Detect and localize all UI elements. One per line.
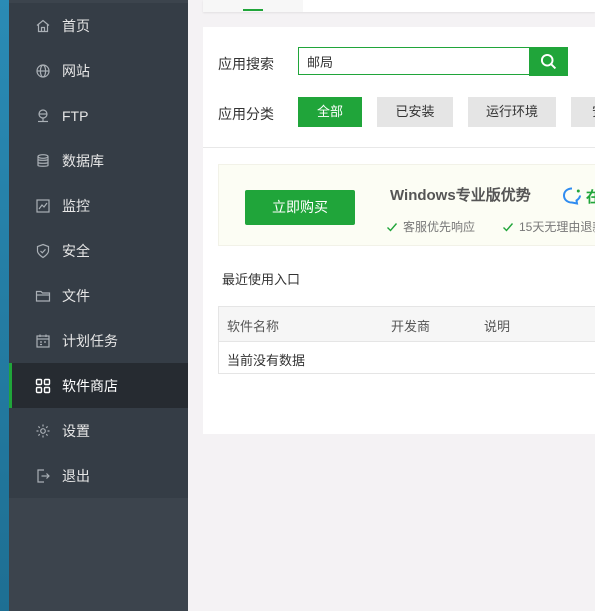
sidebar-item-label: FTP [62, 107, 89, 124]
category-all-button[interactable]: 全部 [298, 97, 362, 127]
sidebar: 首页 网站 FTP 数据库 监控 安全 文件 计划任务 软件商店 设置 退出 [9, 0, 188, 611]
category-runtime-button[interactable]: 运行环境 [468, 97, 556, 127]
sidebar-item-label: 设置 [62, 422, 90, 439]
ftp-icon [34, 107, 52, 125]
sidebar-item-label: 监控 [62, 197, 90, 214]
shield-icon [34, 242, 52, 260]
active-tab-indicator [243, 9, 263, 11]
logout-icon [34, 467, 52, 485]
promo-title: Windows专业版优势 [390, 187, 531, 204]
sidebar-item-label: 退出 [62, 467, 90, 484]
check-icon [387, 222, 398, 232]
feature-label: 客服优先响应 [403, 220, 476, 234]
feature-item: 15天无理由退款 [502, 218, 595, 235]
recent-entries-title: 最近使用入口 [222, 272, 301, 287]
column-header-description: 说明 [484, 319, 511, 334]
search-label: 应用搜索 [218, 56, 274, 72]
category-security-button[interactable]: 安 [571, 97, 595, 127]
chat-icon [562, 187, 581, 205]
buy-now-button[interactable]: 立即购买 [245, 190, 355, 225]
search-button[interactable] [529, 47, 568, 76]
sidebar-item-label: 安全 [62, 242, 90, 259]
monitor-icon [34, 197, 52, 215]
sidebar-item-label: 数据库 [62, 152, 104, 169]
search-icon [540, 53, 557, 70]
empty-state-text: 当前没有数据 [227, 353, 306, 368]
promo-right-text: 在 [586, 189, 595, 206]
sidebar-item-label: 网站 [62, 62, 90, 79]
grid-icon [34, 377, 52, 395]
column-header-developer: 开发商 [391, 319, 431, 334]
sidebar-item-home[interactable]: 首页 [9, 3, 188, 48]
divider [203, 147, 595, 148]
sidebar-item-cron[interactable]: 计划任务 [9, 318, 188, 363]
sidebar-item-security[interactable]: 安全 [9, 228, 188, 273]
database-icon [34, 152, 52, 170]
sidebar-item-label: 软件商店 [62, 377, 118, 394]
promo-chat[interactable]: 在 [562, 185, 595, 207]
calendar-icon [34, 332, 52, 350]
sidebar-item-logout[interactable]: 退出 [9, 453, 188, 498]
folder-icon [34, 287, 52, 305]
search-field[interactable] [298, 47, 530, 75]
feature-label: 15天无理由退款 [519, 220, 595, 234]
sidebar-item-label: 首页 [62, 17, 90, 34]
top-tab-panel [203, 0, 595, 12]
column-header-name: 软件名称 [227, 319, 280, 334]
home-icon [34, 17, 52, 35]
sidebar-item-store[interactable]: 软件商店 [9, 363, 188, 408]
recent-table: 软件名称 开发商 说明 当前没有数据 [218, 306, 595, 374]
search-input[interactable] [299, 48, 527, 74]
check-icon [503, 222, 514, 232]
feature-item: 客服优先响应 [386, 218, 475, 235]
gear-icon [34, 422, 52, 440]
software-store-panel: 应用搜索 应用分类 全部 已安装 运行环境 安 立即购买 Windows专业版优… [203, 27, 595, 434]
sidebar-item-website[interactable]: 网站 [9, 48, 188, 93]
globe-icon [34, 62, 52, 80]
category-label: 应用分类 [218, 106, 274, 122]
window-edge [0, 0, 9, 611]
sidebar-item-database[interactable]: 数据库 [9, 138, 188, 183]
sidebar-item-settings[interactable]: 设置 [9, 408, 188, 453]
category-installed-button[interactable]: 已安装 [377, 97, 453, 127]
sidebar-menu: 首页 网站 FTP 数据库 监控 安全 文件 计划任务 软件商店 设置 退出 [9, 3, 188, 498]
promo-banner: 立即购买 Windows专业版优势 在 客服优先响应 15天无理由退款 [218, 164, 595, 246]
sidebar-item-monitor[interactable]: 监控 [9, 183, 188, 228]
sidebar-item-files[interactable]: 文件 [9, 273, 188, 318]
sidebar-item-label: 文件 [62, 287, 90, 304]
sidebar-item-label: 计划任务 [62, 332, 118, 349]
sidebar-item-ftp[interactable]: FTP [9, 93, 188, 138]
table-header: 软件名称 开发商 说明 [219, 307, 595, 342]
